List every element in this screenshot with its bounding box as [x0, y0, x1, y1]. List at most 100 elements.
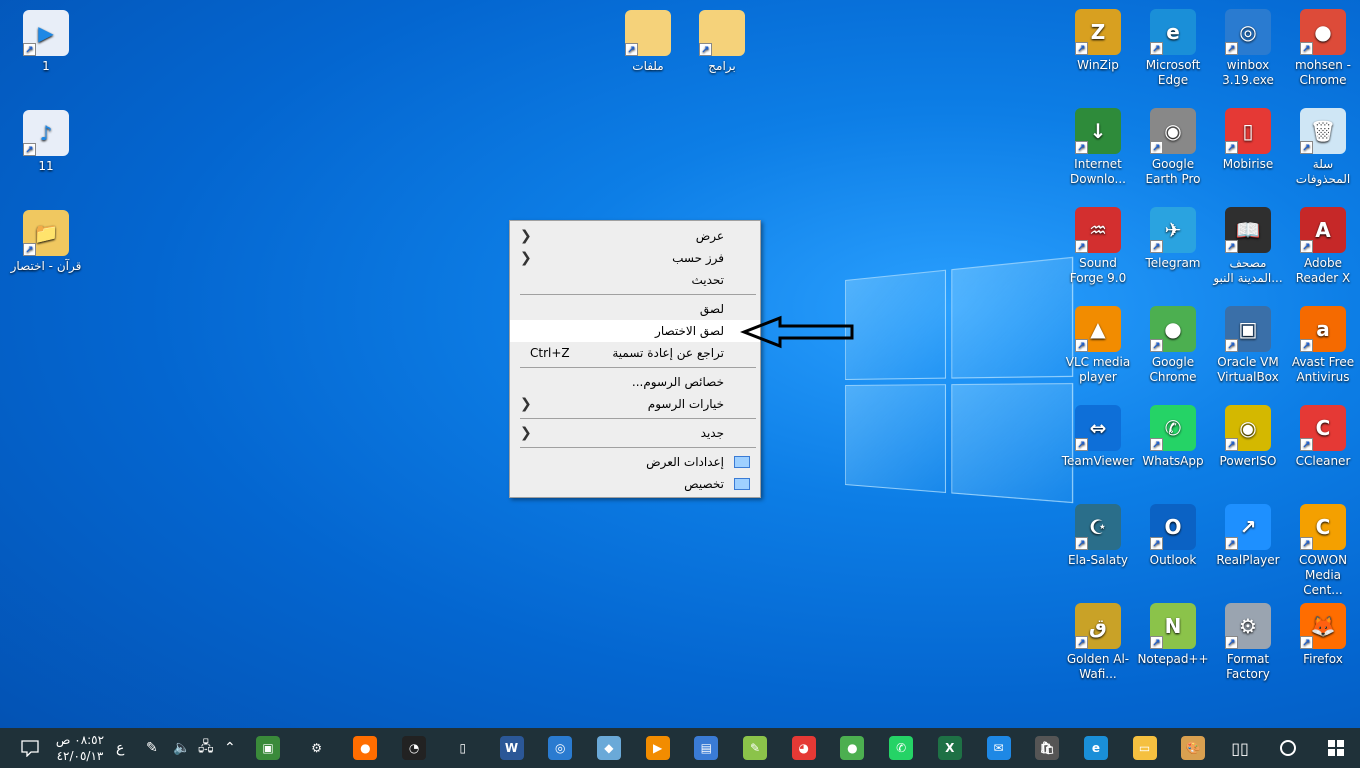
task-view-icon[interactable]: ▯▯ — [1218, 728, 1262, 768]
desktop-icon[interactable]: ↗ ↗ RealPlayer — [1211, 504, 1285, 568]
windows-logo-wallpaper — [845, 253, 1106, 536]
shortcut-arrow-icon: ↗ — [1300, 636, 1313, 649]
app-icon: ● ↗ — [1300, 9, 1346, 55]
desktop-icon[interactable]: ⚙ ↗ Format Factory — [1211, 603, 1285, 682]
taskbar-word-icon[interactable]: W — [490, 728, 534, 768]
taskbar-excel-icon[interactable]: X — [928, 728, 972, 768]
clock[interactable]: ٠٨:٥٢ ص ٤٢/٠٥/١٣ — [52, 732, 108, 764]
taskbar-app-blue-icon[interactable]: ◆ — [587, 728, 631, 768]
taskbar-chrome-icon[interactable]: ● — [830, 728, 874, 768]
notifications-icon[interactable] — [20, 728, 40, 768]
desktop-icon[interactable]: ◉ ↗ Google Earth Pro — [1136, 108, 1210, 187]
pen-icon[interactable]: ✎ — [146, 728, 158, 768]
menu-item[interactable]: فرز حسب ❮ — [510, 247, 760, 269]
desktop-icon-label: mohsen - Chrome — [1286, 58, 1360, 88]
menu-item[interactable]: تخصيص — [510, 473, 760, 495]
taskbar-display-app-icon[interactable]: ▣ — [246, 728, 290, 768]
taskbar-app-window-icon[interactable]: ▤ — [684, 728, 728, 768]
desktop-icon[interactable]: ⇔ ↗ TeamViewer — [1061, 405, 1135, 469]
taskbar-mobirise-icon[interactable]: ▯ — [441, 728, 485, 768]
menu-item-label: إعدادات العرض — [646, 455, 724, 469]
desktop-icon-label: Outlook — [1136, 553, 1210, 568]
desktop-icon[interactable]: ▲ ↗ VLC media player — [1061, 306, 1135, 385]
desktop-icon[interactable]: A ↗ Adobe Reader X — [1286, 207, 1360, 286]
app-icon: ↗ ↗ — [1225, 504, 1271, 550]
menu-item[interactable]: تراجع عن إعادة تسمية Ctrl+Z — [510, 342, 760, 364]
desktop-icon[interactable]: ♪ ↗ 11 — [9, 110, 83, 174]
desktop-icon[interactable]: ✆ ↗ WhatsApp — [1136, 405, 1210, 469]
shortcut-arrow-icon: ↗ — [1150, 339, 1163, 352]
shortcut-arrow-icon: ↗ — [23, 43, 36, 56]
desktop-icon[interactable]: C ↗ CCleaner — [1286, 405, 1360, 469]
desktop-icon[interactable]: a ↗ Avast Free Antivirus — [1286, 306, 1360, 385]
taskbar-firefox-icon[interactable]: ● — [343, 728, 387, 768]
taskbar-paint-icon[interactable]: 🎨 — [1171, 728, 1215, 768]
desktop-icon[interactable]: ▯ ↗ Mobirise — [1211, 108, 1285, 172]
menu-item[interactable]: لصق الاختصار — [510, 320, 760, 342]
menu-item[interactable]: خيارات الرسوم ❮ — [510, 393, 760, 415]
network-icon[interactable]: 🖧 — [198, 728, 214, 768]
arrow-annotation — [740, 314, 858, 350]
shortcut-arrow-icon: ↗ — [1150, 141, 1163, 154]
taskbar-speed-gauge-icon[interactable]: ◔ — [392, 728, 436, 768]
menu-item[interactable]: لصق — [510, 298, 760, 320]
desktop-icon[interactable]: ● ↗ Google Chrome — [1136, 306, 1210, 385]
taskbar-settings-icon[interactable]: ⚙ — [295, 728, 339, 768]
desktop-icon[interactable]: Z ↗ WinZip — [1061, 9, 1135, 73]
desktop-icon[interactable]: ☪ ↗ Ela-Salaty — [1061, 504, 1135, 568]
taskbar-app-colorful-icon[interactable]: ◕ — [782, 728, 826, 768]
desktop-icon[interactable]: ↓ ↗ Internet Downlo... — [1061, 108, 1135, 187]
taskbar: ٠٨:٥٢ ص ٤٢/٠٥/١٣ ع ✎ 🔈 🖧 ⌃ ▯▯ ▣ ⚙ ● ◔ ▯ W ◎ ◆ ▶ ▤ ✎… — [0, 728, 1360, 768]
desktop-icon[interactable]: ♒ ↗ Sound Forge 9.0 — [1061, 207, 1135, 286]
desktop-icon[interactable]: C ↗ COWON Media Cent... — [1286, 504, 1360, 598]
start-windows-icon[interactable] — [1314, 728, 1358, 768]
desktop-icon[interactable]: ▶ ↗ 1 — [9, 10, 83, 74]
menu-item[interactable]: إعدادات العرض — [510, 451, 760, 473]
menu-item-label: عرض — [696, 229, 724, 243]
volume-icon[interactable]: 🔈 — [173, 728, 190, 768]
taskbar-file-explorer-icon[interactable]: ▭ — [1123, 728, 1167, 768]
search-circle-icon[interactable] — [1266, 728, 1310, 768]
chevron-left-icon: ❮ — [520, 393, 532, 415]
shortcut-arrow-icon: ↗ — [1150, 636, 1163, 649]
desktop-icon[interactable]: ↗ برامج — [685, 10, 759, 74]
desktop-icon[interactable]: 📁 ↗ قرآن - اختصار — [9, 210, 83, 274]
shortcut-arrow-icon: ↗ — [1075, 537, 1088, 550]
menu-separator — [520, 418, 756, 419]
desktop-icon[interactable]: 🗑 ↗ سلة المحذوفات — [1286, 108, 1360, 187]
chevron-up-icon[interactable]: ⌃ — [224, 728, 236, 768]
desktop-icon[interactable]: ✈ ↗ Telegram — [1136, 207, 1210, 271]
desktop-icon[interactable]: 📖 ↗ مصحف المدينة النبو... — [1211, 207, 1285, 286]
desktop-icon[interactable]: ◉ ↗ PowerISO — [1211, 405, 1285, 469]
desktop-icon[interactable]: ↗ ملفات — [611, 10, 685, 74]
desktop-icon-label: Avast Free Antivirus — [1286, 355, 1360, 385]
menu-item[interactable]: جديد ❮ — [510, 422, 760, 444]
desktop-icon[interactable]: e ↗ Microsoft Edge — [1136, 9, 1210, 88]
menu-separator — [520, 367, 756, 368]
shortcut-arrow-icon: ↗ — [1075, 438, 1088, 451]
app-icon: a ↗ — [1300, 306, 1346, 352]
desktop-icon-label: Telegram — [1136, 256, 1210, 271]
taskbar-store-icon[interactable]: 🛍 — [1025, 728, 1069, 768]
language-indicator[interactable]: ع — [116, 728, 124, 768]
desktop-icon-label: WinZip — [1061, 58, 1135, 73]
menu-item[interactable]: عرض ❮ — [510, 225, 760, 247]
menu-item[interactable]: تحديث — [510, 269, 760, 291]
taskbar-edge-icon[interactable]: e — [1074, 728, 1118, 768]
taskbar-notepad-icon[interactable]: ✎ — [733, 728, 777, 768]
desktop-icon-label: Ela-Salaty — [1061, 553, 1135, 568]
desktop-icon[interactable]: ق ↗ Golden Al-Wafi... — [1061, 603, 1135, 682]
menu-item[interactable]: خصائص الرسوم... — [510, 371, 760, 393]
taskbar-mail-icon[interactable]: ✉ — [977, 728, 1021, 768]
taskbar-winbox-icon[interactable]: ◎ — [538, 728, 582, 768]
desktop-icon[interactable]: N ↗ Notepad++ — [1136, 603, 1210, 667]
taskbar-whatsapp-icon[interactable]: ✆ — [879, 728, 923, 768]
desktop-icon[interactable]: 🦊 ↗ Firefox — [1286, 603, 1360, 667]
shortcut-arrow-icon: ↗ — [1150, 438, 1163, 451]
desktop-icon[interactable]: ● ↗ mohsen - Chrome — [1286, 9, 1360, 88]
taskbar-media-player-icon[interactable]: ▶ — [636, 728, 680, 768]
chevron-left-icon: ❮ — [520, 422, 532, 444]
desktop-icon[interactable]: ◎ ↗ winbox 3.19.exe — [1211, 9, 1285, 88]
desktop-icon[interactable]: O ↗ Outlook — [1136, 504, 1210, 568]
desktop-icon[interactable]: ▣ ↗ Oracle VM VirtualBox — [1211, 306, 1285, 385]
